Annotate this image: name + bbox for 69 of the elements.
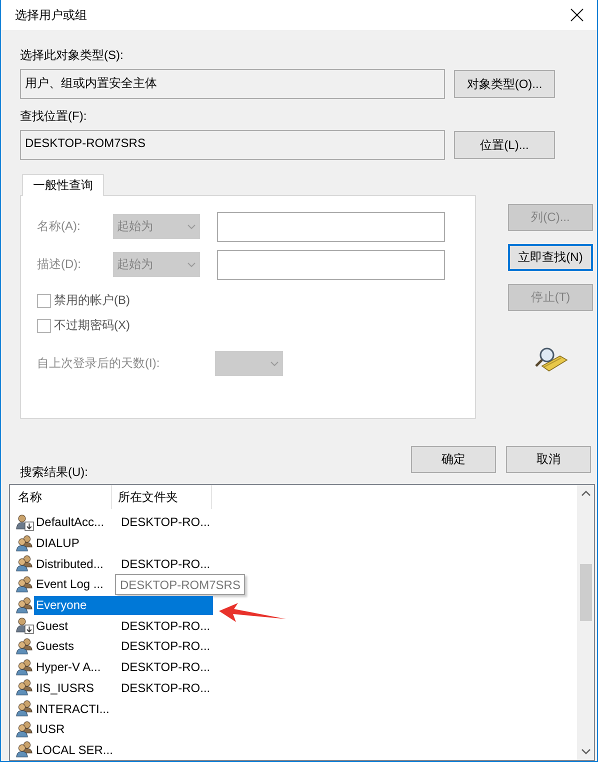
column-header[interactable]: 所在文件夹	[112, 485, 212, 509]
checkbox-label[interactable]: 禁用的帐户(B)	[37, 288, 475, 313]
list-row[interactable]: IUSR	[34, 720, 213, 739]
name-cell-text: INTERACTI...	[35, 702, 110, 716]
scrollbar[interactable]	[577, 485, 594, 760]
list-row[interactable]: Everyone	[34, 596, 213, 615]
close-icon[interactable]	[570, 8, 584, 22]
user-icon	[16, 617, 34, 634]
location-field: DESKTOP-ROM7SRS	[20, 130, 445, 160]
folder-cell: DESKTOP-RO...	[120, 618, 210, 633]
object-type-field: 用户、组或内置安全主体	[20, 69, 445, 99]
object-types-button[interactable]: 对象类型(O)...	[454, 70, 555, 98]
name-cell-text: Guest	[35, 618, 70, 633]
magnifier-icon	[534, 346, 568, 372]
user-group-icon	[16, 679, 34, 696]
caret-icon	[270, 360, 279, 366]
tooltip: DESKTOP-ROM7SRS	[115, 574, 246, 596]
name-cell-text: IUSR	[35, 722, 66, 736]
user-group-icon	[16, 576, 34, 593]
list-row[interactable]: INTERACTI...	[34, 699, 213, 718]
field-label: 查找位置(F):	[20, 108, 88, 125]
side-button[interactable]: 立即查找(N)	[508, 244, 593, 271]
user-group-icon	[16, 534, 34, 552]
name-cell-text: LOCAL SER...	[35, 742, 114, 757]
user-group-icon	[16, 638, 34, 655]
name-cell-text: DIALUP	[35, 536, 80, 550]
user-group-icon	[16, 741, 34, 758]
user-icon	[16, 514, 34, 531]
tab[interactable]: 一般性查询	[22, 174, 104, 196]
user-group-icon	[16, 700, 34, 718]
user-group-icon	[16, 596, 34, 614]
list-row[interactable]: DefaultAcc... DESKTOP-RO...	[34, 512, 213, 532]
name-cell-text: IIS_IUSRS	[35, 680, 96, 695]
folder-cell: DESKTOP-RO...	[120, 515, 210, 530]
ok-button[interactable]: 确定	[411, 446, 496, 473]
cancel-button[interactable]: 取消	[506, 446, 591, 473]
window-title: 选择用户或组	[15, 6, 87, 24]
checkbox-label[interactable]: 不过期密码(X)	[37, 313, 475, 338]
name-cell-text: Hyper-V A...	[35, 660, 102, 674]
folder-cell: DESKTOP-RO...	[120, 639, 210, 654]
name-cell-text: Guests	[35, 639, 76, 654]
folder-cell: DESKTOP-RO...	[120, 556, 210, 571]
user-group-icon	[16, 555, 34, 572]
locations-button[interactable]: 位置(L)...	[454, 131, 555, 159]
scrollbar-thumb[interactable]	[580, 564, 592, 622]
user-group-icon	[16, 720, 34, 738]
field-label: 描述(D):	[37, 256, 82, 273]
name-cell-text: Everyone	[35, 598, 88, 612]
results-label: 搜索结果(U):	[20, 464, 88, 481]
column-header[interactable]: 名称	[12, 485, 112, 509]
caret-icon	[187, 224, 196, 230]
user-group-icon	[16, 658, 34, 676]
folder-cell: DESKTOP-RO...	[120, 660, 210, 674]
list-row[interactable]: Guests DESKTOP-RO...	[34, 636, 213, 656]
folder-cell: DESKTOP-RO...	[120, 680, 210, 695]
field-label: 自上次登录后的天数(I):	[37, 355, 161, 372]
list-row[interactable]: Guest DESKTOP-RO...	[34, 616, 213, 636]
caret-icon	[187, 262, 196, 268]
checkbox[interactable]	[37, 318, 51, 332]
field-label: 名称(A):	[37, 218, 82, 235]
name-cell-text: Distributed...	[35, 556, 104, 571]
list-row[interactable]: DIALUP	[34, 534, 213, 553]
list-row[interactable]: IIS_IUSRS DESKTOP-RO...	[34, 678, 213, 698]
list-row[interactable]: Hyper-V A... DESKTOP-RO...	[34, 658, 213, 677]
checkbox[interactable]	[37, 294, 51, 308]
name-cell-text: DefaultAcc...	[35, 515, 106, 530]
list-row[interactable]: LOCAL SER...	[34, 740, 213, 760]
field-label: 选择此对象类型(S):	[20, 47, 124, 64]
list-row[interactable]: Distributed... DESKTOP-RO...	[34, 554, 213, 574]
